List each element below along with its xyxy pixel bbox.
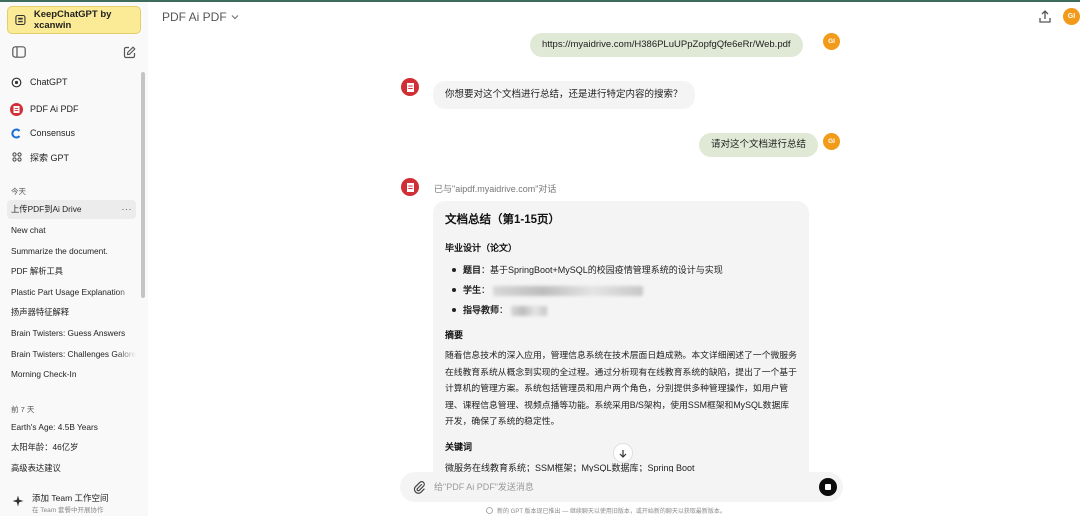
history-item[interactable]: 上传PDF到Ai Drive ···: [7, 200, 136, 219]
team-subtitle: 在 Team 套餐中开展协作: [32, 507, 104, 514]
chevron-down-icon: [231, 15, 239, 20]
new-chat-icon[interactable]: [123, 46, 136, 59]
history-item[interactable]: Earth's Age: 4.5B Years: [7, 418, 136, 437]
info-icon: [486, 507, 493, 514]
history-item-label: 扬声器特征解释: [11, 307, 70, 317]
history-item-label: Plastic Part Usage Explanation: [11, 287, 125, 297]
history-item-label: 上传PDF到Ai Drive: [11, 204, 82, 214]
user-message: https://myaidrive.com/H386PLuUPpZopfgQfe…: [530, 33, 803, 57]
arrow-down-icon: [619, 449, 627, 458]
assistant-message: 你想要对这个文档进行总结，还是进行特定内容的搜索？: [433, 81, 695, 109]
consensus-icon: [10, 127, 23, 140]
pdf-ai-icon: [401, 78, 419, 96]
sidebar-item-chatgpt[interactable]: ChatGPT: [10, 72, 136, 92]
toggle-sidebar-icon[interactable]: [12, 46, 26, 58]
history-item-label: 太阳年龄：46亿岁: [11, 442, 79, 452]
team-title: 添加 Team 工作空间: [32, 493, 109, 503]
answer-title: 文档总结（第1-15页）: [445, 214, 561, 226]
share-icon[interactable]: [1037, 9, 1053, 25]
model-selector[interactable]: PDF Ai PDF: [162, 10, 239, 24]
item-label: 学生: [463, 285, 482, 295]
abstract-text: 随着信息技术的深入应用，管理信息系统在技术层面日趋成熟。本文详细阐述了一个微服务…: [445, 350, 797, 426]
history-item[interactable]: Brain Twisters: Guess Answers: [7, 324, 136, 343]
sidebar-item-explore-gpt[interactable]: 探索 GPT: [10, 147, 136, 167]
keepchatgpt-button[interactable]: KeepChatGPT by xcanwin: [7, 6, 141, 34]
sidebar-item-label: ChatGPT: [30, 77, 68, 87]
version-notice-text: 新的 GPT 版本现已推出 — 继续聊天以使用旧版本，或开始新的聊天以获取最新版…: [497, 509, 726, 515]
version-notice: 新的 GPT 版本现已推出 — 继续聊天以使用旧版本，或开始新的聊天以获取最新版…: [486, 506, 726, 515]
pdf-ai-icon: [10, 102, 23, 116]
redacted-text: [492, 285, 643, 296]
history-item-label: Brain Twisters: Guess Answers: [11, 328, 126, 338]
item-label: 指导教师: [463, 305, 500, 315]
user-message: 请对这个文档进行总结: [699, 133, 819, 157]
sidebar-toolbar: [12, 46, 136, 62]
top-accent-line: [0, 0, 1080, 2]
history-item[interactable]: 扬声器特征解释: [7, 303, 136, 322]
history-item-label: Brain Twisters: Challenges Galore: [11, 349, 136, 359]
history-item[interactable]: 太阳年龄：46亿岁: [7, 438, 136, 457]
item-value: ：基于SpringBoot+MySQL的校园疫情管理系统的设计与实现: [481, 265, 723, 275]
user-avatar: GI: [823, 133, 840, 150]
message-input[interactable]: [434, 478, 804, 496]
user-avatar: GI: [823, 33, 840, 50]
item-value: ：: [499, 305, 509, 315]
message-composer: [400, 472, 843, 502]
history-item-label: Summarize the document.: [11, 246, 108, 256]
history-item[interactable]: Plastic Part Usage Explanation: [7, 283, 136, 302]
history-item-label: Earth's Age: 4.5B Years: [11, 422, 98, 432]
openai-icon: [10, 76, 23, 89]
list-item: 指导教师：: [445, 300, 797, 320]
stop-icon: [825, 484, 831, 490]
attach-icon[interactable]: [412, 480, 426, 494]
stop-generating-button[interactable]: [819, 478, 837, 496]
history-item-label: 高级表达建议: [11, 463, 61, 473]
info-list: 题目：基于SpringBoot+MySQL的校园疫情管理系统的设计与实现 学生：…: [445, 260, 797, 320]
assistant-answer: 文档总结（第1-15页） 毕业设计（论文） 题目：基于SpringBoot+My…: [433, 201, 809, 473]
history-item-label: PDF 解析工具: [11, 266, 64, 276]
item-label: 题目: [463, 265, 482, 275]
history-item[interactable]: New chat: [7, 221, 136, 240]
grid-icon: [10, 151, 23, 164]
pdf-ai-icon: [401, 178, 419, 196]
keepchatgpt-icon: [15, 14, 26, 26]
section-label-today: 今天: [11, 187, 26, 196]
avatar[interactable]: GI: [1063, 8, 1080, 25]
history-item[interactable]: Summarize the document.: [7, 242, 136, 261]
redacted-text: [510, 305, 547, 316]
page-title: PDF Ai PDF: [162, 10, 227, 24]
sidebar-item-label: PDF Ai PDF: [30, 104, 79, 114]
keepchatgpt-label: KeepChatGPT by xcanwin: [33, 9, 112, 31]
more-options-icon[interactable]: ···: [122, 200, 133, 219]
history-item-label: New chat: [11, 225, 46, 235]
section-heading: 毕业设计（论文）: [445, 243, 518, 253]
sparkle-icon: [12, 495, 24, 507]
sidebar: KeepChatGPT by xcanwin ChatGPT PDF Ai PD…: [0, 2, 148, 516]
history-item[interactable]: 高级表达建议: [7, 459, 136, 478]
item-value: ：: [481, 285, 491, 295]
sidebar-item-pdf-ai-pdf[interactable]: PDF Ai PDF: [10, 99, 136, 119]
sidebar-item-label: Consensus: [30, 128, 76, 138]
add-team-workspace-button[interactable]: 添加 Team 工作空间 在 Team 套餐中开展协作: [9, 490, 141, 516]
scroll-to-bottom-button[interactable]: [613, 443, 633, 463]
sidebar-item-label: 探索 GPT: [30, 152, 70, 163]
list-item: 学生：: [445, 280, 797, 300]
section-label-previous-7-days: 前 7 天: [11, 405, 35, 414]
history-item[interactable]: Brain Twisters: Challenges Galore: [7, 345, 136, 364]
sidebar-scrollbar[interactable]: [141, 72, 145, 298]
history-item-label: Morning Check-In: [11, 369, 77, 379]
sidebar-item-consensus[interactable]: Consensus: [10, 123, 136, 143]
list-item: 题目：基于SpringBoot+MySQL的校园疫情管理系统的设计与实现: [445, 260, 797, 280]
history-item[interactable]: Morning Check-In: [7, 365, 136, 384]
history-item[interactable]: PDF 解析工具: [7, 262, 136, 281]
section-heading: 摘要: [445, 330, 464, 340]
tool-call-label[interactable]: 已与"aipdf.myaidrive.com"对话: [434, 182, 556, 195]
